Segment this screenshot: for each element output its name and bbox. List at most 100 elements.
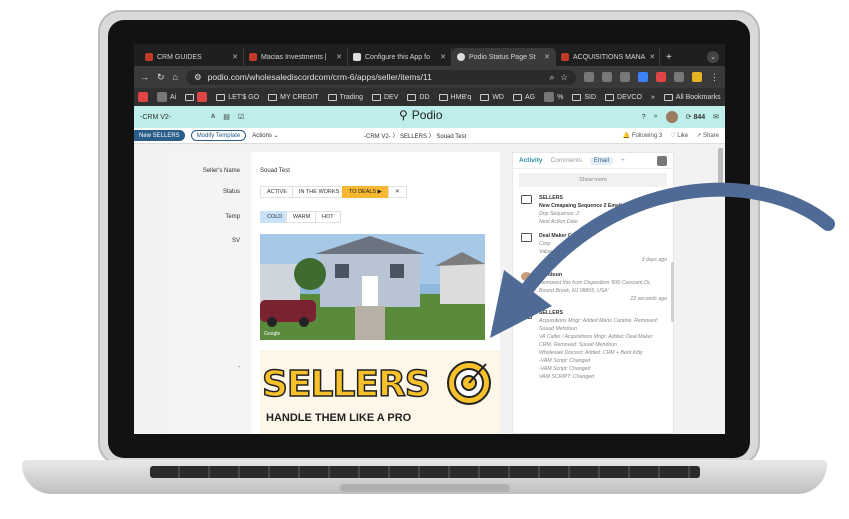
share-button[interactable]: ↗ Share (696, 132, 719, 139)
home-icon[interactable]: ⌂ (173, 72, 178, 82)
browser-tab[interactable]: Configure this App fo ✕ (348, 48, 452, 66)
bookmark-item[interactable] (138, 92, 148, 102)
zoom-icon[interactable]: ⌕ (550, 72, 555, 83)
folder-icon (327, 93, 337, 101)
bookmark-label: SID (584, 93, 597, 101)
street-view-photo[interactable]: Google (260, 234, 485, 340)
address-bar[interactable]: ⚙ podio.com/wholesalediscordcom/crm-6/ap… (185, 69, 576, 85)
laptop-trackpad (340, 484, 510, 492)
site-info-icon[interactable]: ⚙ (194, 72, 202, 83)
favicon-icon (145, 53, 153, 61)
sellers-name-value[interactable]: Souad Test (260, 168, 290, 174)
close-icon[interactable]: ✕ (232, 53, 238, 61)
tab-label: CRM GUIDES (157, 53, 202, 61)
extension-icon[interactable] (602, 72, 612, 82)
follow-button[interactable]: 🔔 Following 3 (623, 132, 663, 139)
tab-activity[interactable]: Activity (519, 157, 542, 164)
status-option-active[interactable]: ACTIVE (260, 186, 294, 198)
share-label: Share (702, 133, 719, 139)
kebab-menu-icon[interactable]: ⋮ (710, 72, 719, 83)
contacts-icon[interactable]: ጸ (211, 113, 215, 121)
extension-icon[interactable] (584, 72, 594, 82)
status-clear-button[interactable]: ✕ (388, 186, 407, 198)
close-icon[interactable]: ✕ (649, 53, 655, 61)
following-label: Following (631, 133, 658, 139)
folder-icon (513, 93, 522, 101)
bookmark-item[interactable]: % (544, 92, 563, 102)
extension-icon[interactable] (620, 72, 630, 82)
help-icon[interactable]: ? (642, 114, 646, 121)
reload-icon[interactable]: ↻ (157, 72, 165, 83)
like-button[interactable]: ♡ Like (670, 132, 688, 139)
chat-icon[interactable]: ✉ (713, 113, 719, 121)
bookmark-folder[interactable]: Trading (327, 93, 363, 101)
notifications-count[interactable]: ⟳ 844 (686, 113, 706, 121)
new-tab-button[interactable]: + (660, 48, 678, 66)
folder-icon (663, 93, 673, 101)
tab-search-icon[interactable]: ⌄ (707, 51, 719, 63)
tab-add[interactable]: + (621, 157, 625, 164)
browser-tab[interactable]: ACQUISITIONS MANA ✕ (556, 48, 660, 66)
bell-icon: 🔔 (622, 133, 631, 139)
calendar-icon[interactable]: ▤ (223, 113, 230, 121)
url-text: podio.com/wholesalediscordcom/crm-6/apps… (207, 72, 432, 82)
tab-comments[interactable]: Comments (550, 157, 581, 164)
bookmark-folder[interactable]: DEVCO (605, 93, 642, 101)
activity-detail: VAM SCRIPT: Changed (539, 374, 594, 381)
activity-detail: Wholesale Discord: Added: CRM + Bent Kit… (539, 350, 643, 357)
browser-tab[interactable]: Macias Investments | ✕ (244, 48, 348, 66)
browser-tab[interactable]: CRM GUIDES ✕ (140, 48, 244, 66)
field-label-status: Status (222, 189, 240, 195)
bookmark-label: MY CREDIT (280, 93, 319, 101)
close-icon[interactable]: ✕ (336, 53, 342, 61)
temp-option-warm[interactable]: WARM (286, 211, 318, 223)
item-toolbar: New SELLERS Modify Template Actions ⌄ -C… (134, 128, 725, 144)
new-item-button[interactable]: New SELLERS (134, 130, 185, 141)
bookmark-folder[interactable]: DD (407, 93, 430, 101)
bookmark-folder[interactable]: MY CREDIT (268, 93, 319, 101)
laptop-keyboard (150, 466, 700, 478)
podio-logo[interactable]: ⚲ Podio (399, 108, 443, 122)
extension-icon[interactable] (656, 72, 666, 82)
forward-icon[interactable]: → (140, 72, 149, 82)
breadcrumb[interactable]: -CRM V2- 〉 SELLERS 〉 Souad Test (364, 131, 466, 140)
browser-tab-active[interactable]: Podio Status Page St ✕ (452, 48, 556, 66)
bookmark-label: DEV (384, 93, 399, 101)
all-bookmarks[interactable]: All Bookmarks (663, 93, 721, 101)
tab-email[interactable]: Email (589, 156, 613, 165)
extension-icon[interactable] (638, 72, 648, 82)
status-option-to-deals[interactable]: TO DEALS ▶ (342, 186, 389, 198)
workspace-switcher[interactable]: -CRM V2- (140, 114, 171, 121)
folder-icon (605, 93, 615, 101)
bookmark-item[interactable] (185, 92, 208, 102)
temp-option-hot[interactable]: HOT (315, 211, 341, 223)
following-count: 3 (658, 133, 663, 139)
sellers-banner-image[interactable]: SELLERS HANDLE THEM LIKE A PRO (260, 350, 500, 434)
tab-label: Configure this App fo (365, 53, 430, 61)
tasks-icon[interactable]: ☑ (238, 113, 244, 121)
bookmark-folder[interactable]: HMB'q (438, 93, 471, 101)
bookmark-folder[interactable]: DEV (372, 93, 399, 101)
temp-option-cold[interactable]: COLD (260, 211, 290, 223)
bookmarks-overflow[interactable]: » (651, 94, 655, 101)
avatar[interactable] (665, 111, 678, 123)
modify-template-button[interactable]: Modify Template (190, 130, 247, 141)
actions-menu[interactable]: Actions ⌄ (252, 132, 278, 139)
bookmark-star-icon[interactable]: ☆ (560, 72, 568, 83)
bookmark-folder[interactable]: AG (513, 93, 535, 101)
bookmark-item[interactable]: Ai (157, 92, 176, 102)
curved-arrow-icon (490, 182, 835, 338)
bookmarks-bar: Ai LET'$ GO MY CREDIT Trading DEV DD HMB… (134, 88, 725, 106)
profile-icon[interactable] (692, 72, 702, 82)
close-icon[interactable]: ✕ (544, 53, 550, 61)
target-icon (447, 361, 491, 405)
bookmark-folder[interactable]: WD (480, 93, 504, 101)
extensions-puzzle-icon[interactable] (674, 72, 684, 82)
search-icon[interactable]: ⌕ (654, 113, 658, 121)
share-icon: ↗ (696, 133, 702, 139)
chat-bubble-icon[interactable] (657, 155, 667, 166)
close-icon[interactable]: ✕ (440, 53, 446, 61)
bookmark-folder[interactable]: LET'$ GO (216, 93, 259, 101)
bookmark-folder[interactable]: SID (572, 93, 597, 101)
field-label-image: - (238, 364, 240, 370)
